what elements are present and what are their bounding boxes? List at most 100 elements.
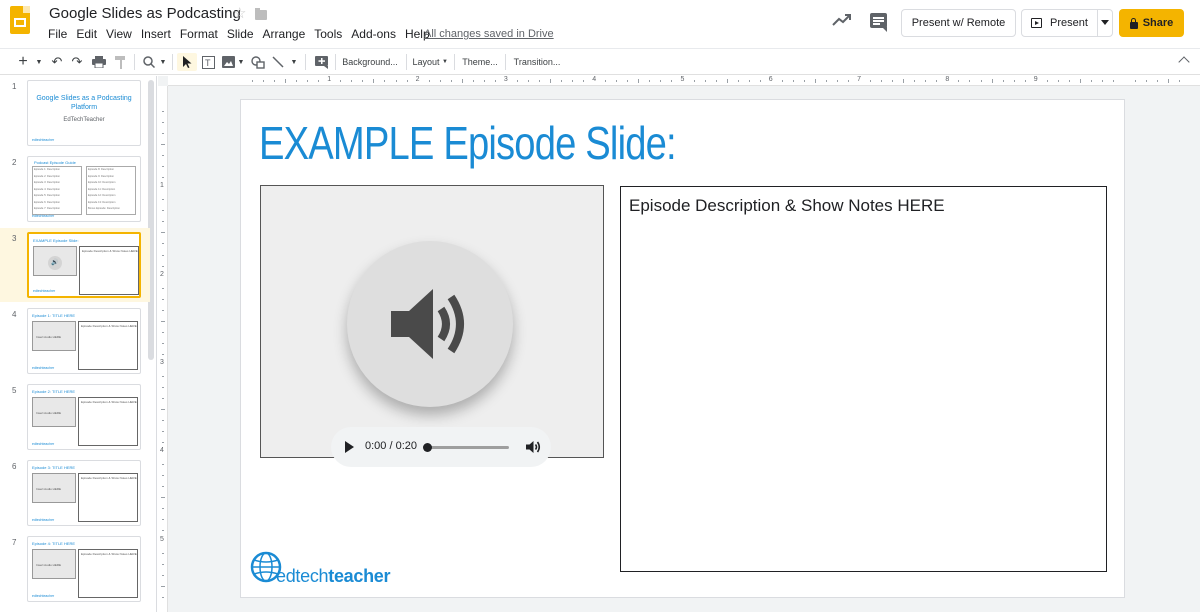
ruler-tick — [483, 80, 485, 82]
text-box-icon[interactable]: T — [199, 53, 217, 71]
ruler-tick — [162, 375, 164, 377]
menu-arrange[interactable]: Arrange — [263, 27, 306, 41]
ruler-tick — [737, 80, 739, 82]
slide-thumbnail[interactable]: Episode 4: TITLE HERE Insert Audio HERE … — [27, 536, 141, 602]
new-slide-icon[interactable]: + — [12, 53, 34, 71]
slide-thumbnail[interactable]: Episode 3: TITLE HERE Insert Audio HERE … — [27, 460, 141, 526]
layout-caret-icon[interactable]: ▼ — [441, 53, 449, 71]
menu-tools[interactable]: Tools — [314, 27, 342, 41]
thumbnail-logo: edtechteacher — [32, 214, 55, 218]
background-button[interactable]: Background... — [340, 53, 400, 71]
thumbnail-notes-box: Episode Description & Show Notes HERE — [78, 473, 138, 522]
slide-thumbnail-row-selected[interactable]: 3 EXAMPLE Episode Slide: 🔊 Episode Descr… — [0, 228, 150, 302]
ruler-tick — [914, 80, 916, 82]
present-with-remote-button[interactable]: Present w/ Remote — [901, 9, 1016, 37]
ruler-tick — [162, 552, 164, 554]
slide-thumbnail[interactable]: Google Slides as a Podcasting Platform E… — [27, 80, 141, 146]
ruler-tick — [759, 80, 761, 82]
activity-trend-icon[interactable] — [832, 12, 852, 28]
show-notes-text[interactable]: Episode Description & Show Notes HERE — [629, 196, 945, 216]
zoom-icon[interactable] — [140, 53, 158, 71]
transition-button[interactable]: Transition... — [510, 53, 564, 71]
ruler-tick — [161, 409, 165, 411]
theme-button[interactable]: Theme... — [459, 53, 501, 71]
ruler-tick — [726, 79, 728, 83]
ruler-label: 3 — [503, 76, 508, 83]
save-status-link[interactable]: All changes saved in Drive — [424, 28, 554, 40]
slide-thumbnail[interactable]: EXAMPLE Episode Slide: 🔊 Episode Descrip… — [27, 232, 141, 298]
slide-thumbnail-row[interactable]: 7 Episode 4: TITLE HERE Insert Audio HER… — [0, 532, 150, 606]
ruler-tick — [285, 79, 287, 83]
play-icon[interactable] — [345, 441, 354, 453]
line-icon[interactable] — [269, 53, 287, 71]
thumbnail-notes-text: Episode Description & Show Notes HERE — [81, 476, 137, 480]
audio-speaker-button[interactable] — [347, 241, 513, 407]
slide-title[interactable]: EXAMPLE Episode Slide: — [259, 116, 677, 170]
ruler-tick — [837, 80, 839, 82]
ruler-tick — [162, 596, 164, 598]
ruler-tick — [991, 79, 993, 83]
menu-file[interactable]: File — [48, 27, 67, 41]
line-caret-icon[interactable]: ▼ — [289, 53, 299, 71]
ruler-tick — [1046, 80, 1048, 82]
document-title[interactable]: Google Slides as Podcasting — [49, 5, 241, 22]
slides-logo-icon[interactable] — [10, 6, 30, 34]
volume-icon[interactable] — [525, 439, 541, 455]
print-icon[interactable] — [90, 53, 108, 71]
thumbnail-audio-box: Insert Audio HERE — [32, 473, 76, 503]
current-slide[interactable]: EXAMPLE Episode Slide: 0:00 / 0:20 Episo… — [241, 100, 1124, 597]
seek-handle[interactable] — [423, 443, 432, 452]
thumbnail-notes-box: Episode Description & Show Notes HERE — [79, 246, 139, 295]
guide-column-left: Episode 1: Description Episode 2: Descri… — [32, 166, 82, 215]
vertical-ruler[interactable]: 1 2 3 4 5 — [158, 86, 168, 612]
shape-icon[interactable] — [249, 53, 267, 71]
slide-thumbnail-row[interactable]: 1 Google Slides as a Podcasting Platform… — [0, 76, 150, 150]
menu-format[interactable]: Format — [180, 27, 218, 41]
select-cursor-icon[interactable] — [177, 53, 197, 71]
thumbnail-notes-box: Episode Description & Show Notes HERE — [78, 321, 138, 370]
ruler-tick — [162, 486, 164, 488]
share-button[interactable]: Share — [1119, 9, 1184, 37]
present-button[interactable]: Present — [1021, 9, 1113, 37]
comment-icon[interactable] — [870, 13, 887, 32]
insert-comment-icon[interactable] — [311, 53, 331, 71]
slide-thumbnail[interactable]: Episode 1: TITLE HERE Insert Audio HERE … — [27, 308, 141, 374]
ruler-tick — [428, 80, 430, 82]
zoom-caret-icon[interactable]: ▼ — [158, 53, 168, 71]
thumbnail-notes-text: Episode Description & Show Notes HERE — [81, 552, 137, 556]
undo-icon[interactable]: ↶ — [48, 53, 66, 71]
ruler-label: 4 — [160, 447, 164, 455]
present-options-caret-icon[interactable] — [1101, 20, 1109, 25]
redo-icon[interactable]: ↷ — [68, 53, 86, 71]
ruler-tick — [1002, 80, 1004, 82]
ruler-tick — [263, 80, 265, 82]
slide-thumbnail-row[interactable]: 4 Episode 1: TITLE HERE Insert Audio HER… — [0, 304, 150, 378]
slide-thumbnail[interactable]: Episode 2: TITLE HERE Insert Audio HERE … — [27, 384, 141, 450]
slide-thumbnail[interactable]: Podcast Episode Guide Episode 1: Descrip… — [27, 156, 141, 222]
show-notes-text-box[interactable]: Episode Description & Show Notes HERE — [620, 186, 1107, 572]
new-slide-caret-icon[interactable]: ▼ — [34, 53, 44, 71]
ruler-tick — [848, 80, 850, 82]
audio-placeholder-box[interactable]: 0:00 / 0:20 — [260, 185, 604, 467]
image-icon[interactable] — [219, 53, 237, 71]
menu-edit[interactable]: Edit — [76, 27, 97, 41]
paint-format-icon[interactable] — [112, 53, 130, 71]
menu-view[interactable]: View — [106, 27, 132, 41]
layout-button[interactable]: Layout — [411, 53, 441, 71]
menu-addons[interactable]: Add-ons — [351, 27, 396, 41]
slide-thumbnail-row[interactable]: 2 Podcast Episode Guide Episode 1: Descr… — [0, 152, 150, 226]
image-caret-icon[interactable]: ▼ — [237, 53, 245, 71]
slide-thumbnail-row[interactable]: 5 Episode 2: TITLE HERE Insert Audio HER… — [0, 380, 150, 454]
slide-thumbnail-row[interactable]: 6 Episode 3: TITLE HERE Insert Audio HER… — [0, 456, 150, 530]
seek-bar[interactable] — [423, 443, 509, 452]
ruler-label: 8 — [945, 76, 950, 83]
ruler-tick — [748, 80, 750, 82]
horizontal-ruler[interactable]: 1 2 3 4 5 6 7 8 9 — [168, 76, 1200, 86]
folder-icon[interactable] — [255, 8, 267, 20]
collapse-menus-icon[interactable] — [1178, 56, 1190, 68]
ruler-tick — [715, 80, 717, 82]
ruler-tick — [1101, 80, 1103, 82]
menu-slide[interactable]: Slide — [227, 27, 254, 41]
star-icon[interactable]: ☆ — [233, 4, 246, 22]
menu-insert[interactable]: Insert — [141, 27, 171, 41]
